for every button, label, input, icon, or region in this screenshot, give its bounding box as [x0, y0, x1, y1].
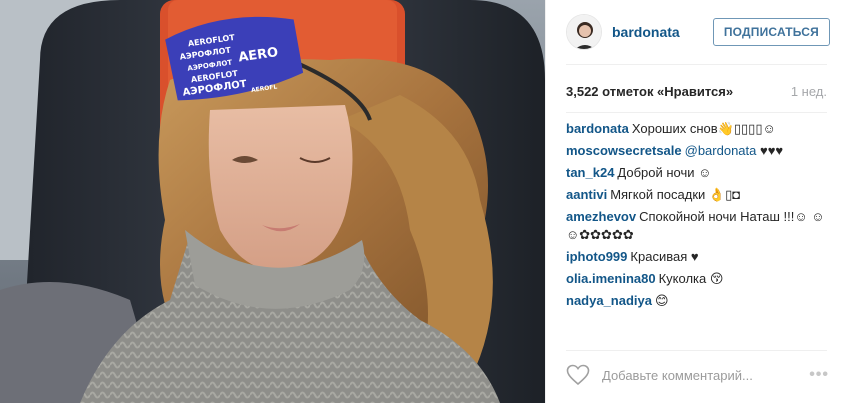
- comment-item: tan_k24 Доброй ночи ☺: [566, 164, 827, 182]
- post-details-panel: bardonata ПОДПИСАТЬСЯ 3,522 отметок «Нра…: [545, 0, 847, 403]
- comment-footer: •••: [566, 364, 829, 386]
- follow-button[interactable]: ПОДПИСАТЬСЯ: [712, 18, 830, 46]
- comment-text: 😊: [655, 293, 669, 308]
- comment-text: ♥♥♥: [756, 143, 784, 158]
- comment-item: bardonata Хороших снов👋▯▯▯▯☺: [566, 120, 827, 138]
- post-time[interactable]: 1 нед.: [791, 84, 827, 99]
- comment-text: Мягкой посадки 👌▯◘: [610, 187, 741, 202]
- likes-count[interactable]: 3,522 отметок «Нравится»: [566, 84, 733, 99]
- comment-input[interactable]: [602, 367, 810, 383]
- comment-text: Хороших снов👋▯▯▯▯☺: [631, 121, 776, 136]
- stats-divider: [566, 112, 827, 113]
- comment-author[interactable]: aantivi: [566, 187, 607, 202]
- comments-list: bardonata Хороших снов👋▯▯▯▯☺ moscowsecret…: [566, 120, 827, 314]
- comment-author[interactable]: nadya_nadiya: [566, 293, 652, 308]
- comment-item: moscowsecretsale @bardonata ♥♥♥: [566, 142, 827, 160]
- comment-text: Куколка 😚: [658, 271, 724, 286]
- comment-author[interactable]: iphoto999: [566, 249, 627, 264]
- comment-author[interactable]: tan_k24: [566, 165, 614, 180]
- comment-author[interactable]: amezhevov: [566, 209, 636, 224]
- footer-divider: [566, 350, 827, 351]
- comment-item: aantivi Мягкой посадки 👌▯◘: [566, 186, 827, 204]
- comment-author[interactable]: olia.imenina80: [566, 271, 656, 286]
- comment-text: Красивая ♥: [630, 249, 699, 264]
- avatar-image: [567, 15, 601, 49]
- comment-item: nadya_nadiya 😊: [566, 292, 827, 310]
- comment-text: Доброй ночи ☺: [617, 165, 712, 180]
- post-header: bardonata ПОДПИСАТЬСЯ: [546, 0, 847, 64]
- heart-outline-icon[interactable]: [566, 364, 590, 386]
- post-stats: 3,522 отметок «Нравится» 1 нед.: [566, 84, 827, 99]
- comment-item: amezhevov Спокойной ночи Наташ !!!☺ ☺☺✿✿✿…: [566, 208, 827, 244]
- comment-author[interactable]: moscowsecretsale: [566, 143, 682, 158]
- comment-item: olia.imenina80 Куколка 😚: [566, 270, 827, 288]
- photo-illustration: AEROFLOT АЭРОФЛОТ AERO АЭРОФЛОТ AEROFLOT…: [0, 0, 545, 403]
- comment-item: iphoto999 Красивая ♥: [566, 248, 827, 266]
- post-container: AEROFLOT АЭРОФЛОТ AERO АЭРОФЛОТ AEROFLOT…: [0, 0, 847, 403]
- post-photo[interactable]: AEROFLOT АЭРОФЛОТ AERO АЭРОФЛОТ AEROFLOT…: [0, 0, 545, 403]
- username-link[interactable]: bardonata: [612, 24, 713, 40]
- header-divider: [566, 64, 827, 65]
- comment-author[interactable]: bardonata: [566, 121, 629, 136]
- comment-mention[interactable]: @bardonata: [685, 143, 757, 158]
- avatar[interactable]: [566, 14, 602, 50]
- more-options-icon[interactable]: •••: [809, 366, 829, 384]
